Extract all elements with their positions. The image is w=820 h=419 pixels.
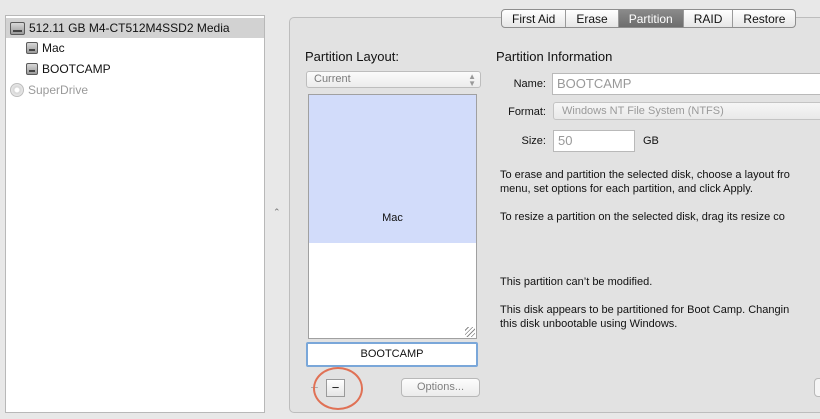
add-partition-button[interactable]: +: [307, 378, 322, 397]
tab-restore[interactable]: Restore: [733, 10, 795, 27]
tab-first-aid[interactable]: First Aid: [502, 10, 567, 27]
partition-block-mac[interactable]: Mac: [309, 95, 476, 243]
sidebar-item-volume-mac[interactable]: Mac: [6, 38, 264, 58]
instructions-line: menu, set options for each partition, an…: [500, 183, 753, 195]
partition-layout-title: Partition Layout:: [305, 49, 399, 64]
format-select[interactable]: Windows NT File System (NTFS): [553, 102, 820, 120]
disk-sidebar: 512.11 GB M4-CT512M4SSD2 Media Mac BOOTC…: [5, 15, 265, 413]
sidebar-item-volume-bootcamp[interactable]: BOOTCAMP: [6, 59, 264, 79]
tab-raid[interactable]: RAID: [684, 10, 734, 27]
resize-instructions-text: To resize a partition on the selected di…: [500, 211, 785, 223]
tab-partition[interactable]: Partition: [618, 10, 684, 27]
volume-icon: [26, 42, 38, 54]
selected-partition-name[interactable]: BOOTCAMP: [306, 342, 478, 367]
size-label: Size:: [521, 135, 546, 147]
name-label: Name:: [513, 78, 546, 90]
partition-info-title: Partition Information: [496, 49, 613, 64]
tab-bar: First Aid Erase Partition RAID Restore: [501, 9, 797, 28]
warning-line: This disk appears to be partitioned for …: [500, 304, 790, 316]
hard-drive-icon: [10, 21, 25, 35]
volume-icon: [26, 63, 38, 75]
sidebar-item-label: SuperDrive: [28, 83, 89, 97]
bootcamp-warning-text: This disk appears to be partitioned for …: [500, 303, 789, 331]
format-label: Format:: [508, 106, 546, 118]
instructions-line: To erase and partition the selected disk…: [500, 169, 790, 181]
tab-erase[interactable]: Erase: [566, 10, 619, 27]
sidebar-item-label: BOOTCAMP: [42, 62, 111, 76]
revert-button[interactable]: [814, 378, 820, 397]
resize-grip-icon[interactable]: [465, 327, 475, 337]
sidebar-item-superdrive[interactable]: SuperDrive: [6, 80, 264, 100]
size-field[interactable]: 50: [553, 130, 635, 152]
partition-status-text: This partition can’t be modified.: [500, 276, 653, 288]
partition-block-label: Mac: [382, 212, 403, 224]
splitter-handle-icon[interactable]: ⌃: [273, 207, 281, 218]
sidebar-item-label: 512.11 GB M4-CT512M4SSD2 Media: [29, 21, 230, 35]
partition-layout-select-value: Current: [314, 73, 351, 85]
warning-line: this disk unbootable using Windows.: [500, 318, 678, 330]
name-field[interactable]: BOOTCAMP: [552, 73, 820, 95]
remove-partition-button[interactable]: −: [326, 379, 345, 397]
sidebar-item-label: Mac: [42, 41, 65, 55]
partition-layout-map[interactable]: Mac: [308, 94, 477, 339]
sidebar-item-disk[interactable]: 512.11 GB M4-CT512M4SSD2 Media: [6, 18, 264, 38]
size-unit: GB: [643, 135, 659, 147]
partition-layout-select[interactable]: Current ▲ ▼: [306, 71, 481, 88]
options-button[interactable]: Options...: [401, 378, 480, 397]
optical-disc-icon: [10, 83, 24, 97]
instructions-text: To erase and partition the selected disk…: [500, 168, 790, 196]
select-arrows-icon: ▲ ▼: [468, 71, 476, 88]
